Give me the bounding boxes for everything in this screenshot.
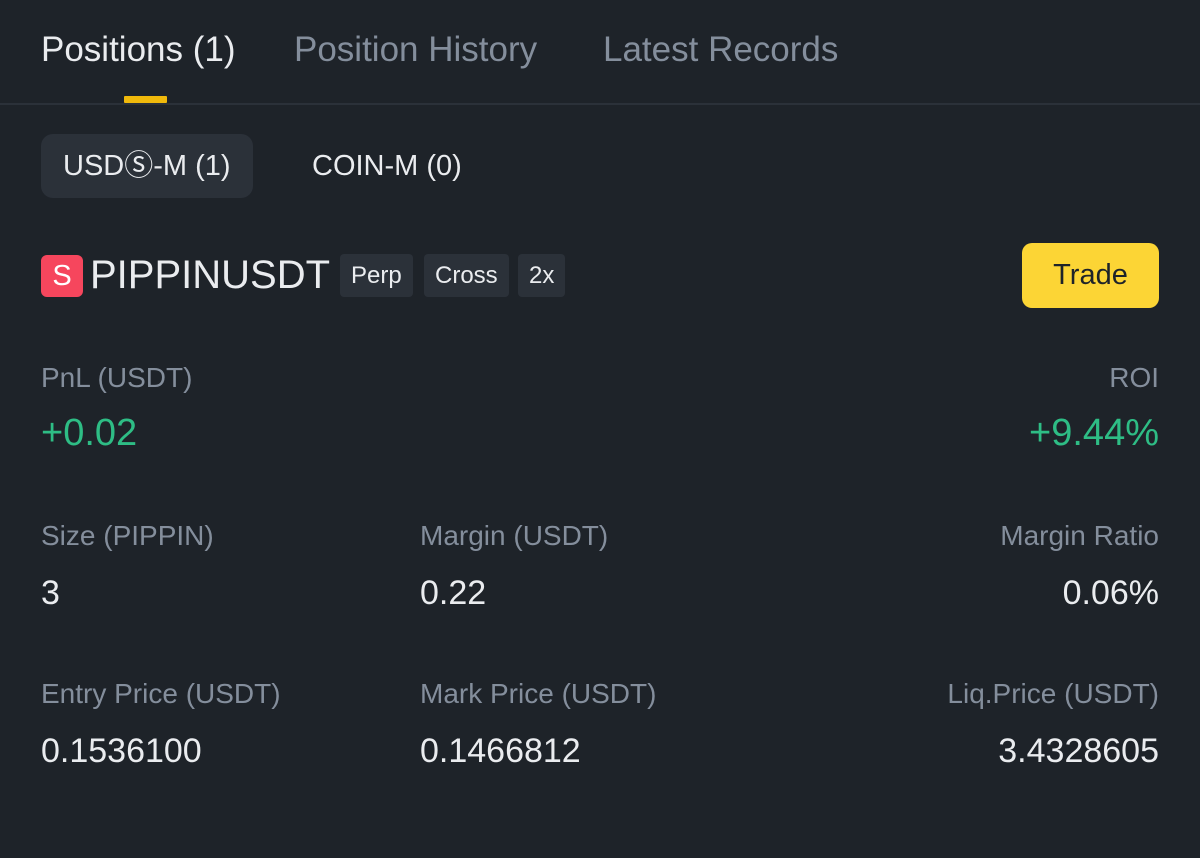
tag-contract-type: Perp	[340, 254, 413, 297]
mark-price-value: 0.1466812	[420, 732, 581, 770]
liq-price-value: 3.4328605	[998, 732, 1159, 770]
symbol-name[interactable]: PIPPINUSDT	[90, 251, 330, 299]
pnl-value: +0.02	[41, 412, 138, 454]
size-value: 3	[41, 574, 60, 612]
subtab-usds-m[interactable]: USDⓈ-M (1)	[41, 134, 253, 198]
margin-ratio-value: 0.06%	[1062, 574, 1159, 612]
tag-margin-mode[interactable]: Cross	[424, 254, 509, 297]
tab-bar: Positions (1) Position History Latest Re…	[0, 0, 1200, 105]
trade-button[interactable]: Trade	[1022, 243, 1159, 308]
tab-position-history[interactable]: Position History	[294, 30, 537, 70]
margin-value: 0.22	[420, 574, 487, 612]
positions-panel: Positions (1) Position History Latest Re…	[0, 0, 1200, 858]
mark-price-label: Mark Price (USDT)	[420, 678, 657, 709]
tab-positions[interactable]: Positions (1)	[41, 30, 236, 70]
active-tab-indicator	[124, 96, 167, 103]
tab-latest-records[interactable]: Latest Records	[603, 30, 838, 70]
size-label: Size (PIPPIN)	[41, 520, 214, 551]
liq-price-label: Liq.Price (USDT)	[947, 678, 1159, 709]
margin-label: Margin (USDT)	[420, 520, 609, 551]
margin-ratio-label: Margin Ratio	[1000, 520, 1159, 551]
pnl-label: PnL (USDT)	[41, 362, 193, 393]
short-side-badge: S	[41, 255, 83, 297]
tag-leverage[interactable]: 2x	[518, 254, 566, 297]
entry-price-label: Entry Price (USDT)	[41, 678, 281, 709]
roi-label: ROI	[1109, 362, 1159, 393]
entry-price-value: 0.1536100	[41, 732, 202, 770]
roi-value: +9.44%	[1029, 412, 1159, 454]
subtab-coin-m[interactable]: COIN-M (0)	[290, 134, 484, 198]
